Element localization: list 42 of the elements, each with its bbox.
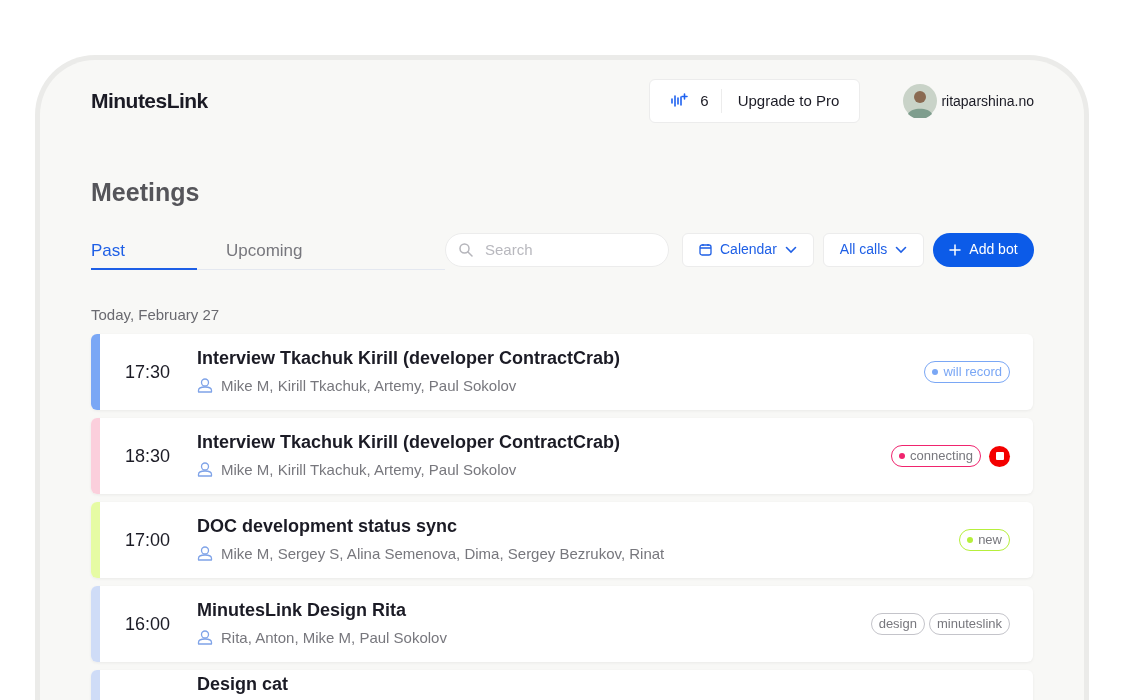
avatar[interactable] [903,84,938,118]
participants: Mike M, Kirill Tkachuk, Artemy, Paul Sokolov [221,375,517,396]
meeting-card[interactable]: Design cat [91,670,1033,700]
add-bot-button[interactable]: Add bot [933,232,1034,267]
meeting-title: Design cat [197,673,290,696]
date-heading: Today, February 27 [91,304,221,325]
meeting-time: 18:30 [125,445,171,466]
page-title: Meetings [91,177,201,208]
upgrade-button[interactable]: 6 Upgrade to Pro [649,79,861,123]
meeting-time: 16:00 [125,613,171,634]
chevron-down-icon [895,245,908,254]
meeting-title: MinutesLink Design Rita [197,599,408,622]
meeting-card[interactable]: 17:30 Interview Tkachuk Kirill (developer ContractCrab) Mike M, Kirill Tkachuk, Artemy, Paul Sokolov will record [91,334,1033,410]
person-icon [197,462,213,478]
search-field[interactable]: Search [445,232,669,267]
chevron-down-icon [784,245,797,254]
stop-button[interactable] [989,445,1010,467]
meeting-time: 17:30 [125,361,171,382]
sparkle-waveform-icon [670,93,689,109]
meeting-card[interactable]: 18:30 Interview Tkachuk Kirill (developer ContractCrab) Mike M, Kirill Tkachuk, Artemy, Paul Sokolov connecting [91,418,1033,494]
search-icon [458,241,474,258]
username[interactable]: ritaparshina.no [941,90,1034,112]
person-icon [197,630,213,646]
participants: Mike M, Kirill Tkachuk, Artemy, Paul Sokolov [221,459,517,480]
meeting-title: Interview Tkachuk Kirill (developer ContractCrab) [197,431,622,454]
person-icon [197,378,213,394]
meeting-title: Interview Tkachuk Kirill (developer ContractCrab) [197,347,622,370]
meeting-card[interactable]: 17:00 DOC development status sync Mike M, Sergey S, Alina Semenova, Dima, Sergey Bezrukov, Rinat new [91,502,1033,578]
plus-icon [949,243,962,256]
credit-count: 6 [700,90,709,111]
tab[interactable]: Upcoming [197,233,331,270]
meeting-time: 17:00 [125,529,171,550]
filter-dropdown[interactable]: All calls [822,232,925,267]
filter-dropdown[interactable]: Calendar [682,232,814,267]
meeting-title: DOC development status sync [197,515,459,538]
person-icon [197,546,213,562]
participants: Mike M, Sergey S, Alina Semenova, Dima, Sergey Bezrukov, Rinat [221,543,665,564]
meeting-card[interactable]: 16:00 MinutesLink Design Rita Rita, Anton, Mike M, Paul Sokolov design minuteslink [91,586,1033,662]
logo[interactable]: MinutesLink [91,85,208,117]
tab[interactable]: Past [91,233,197,270]
calendar-icon [699,243,712,256]
participants: Rita, Anton, Mike M, Paul Sokolov [221,627,447,648]
